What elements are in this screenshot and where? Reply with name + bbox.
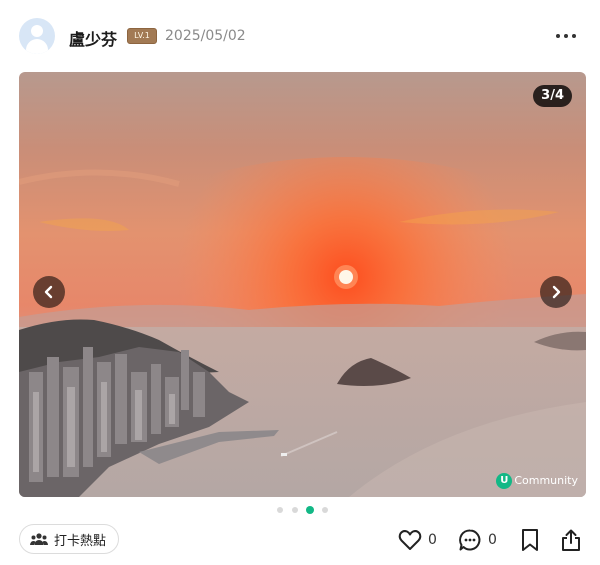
pagination-dot[interactable] bbox=[277, 507, 283, 513]
pagination-dot[interactable] bbox=[292, 507, 298, 513]
post-actions: 0 0 bbox=[398, 526, 586, 554]
group-icon bbox=[30, 533, 48, 545]
pagination-dot-active[interactable] bbox=[306, 506, 314, 514]
avatar[interactable] bbox=[19, 18, 55, 54]
share-icon bbox=[562, 529, 580, 551]
watermark-text: Community bbox=[514, 474, 578, 487]
chevron-right-icon bbox=[552, 285, 561, 299]
post-date: 2025/05/02 bbox=[165, 28, 246, 44]
level-badge: LV.1 bbox=[127, 28, 157, 44]
user-avatar-icon bbox=[31, 25, 43, 37]
post-header: 盧少芬 LV.1 2025/05/02 bbox=[19, 18, 581, 56]
comment-count: 0 bbox=[488, 532, 497, 548]
chevron-left-icon bbox=[44, 285, 53, 299]
bookmark-button[interactable] bbox=[520, 526, 540, 554]
checkin-label: 打卡熱點 bbox=[54, 533, 107, 549]
like-button[interactable]: 0 bbox=[398, 526, 437, 554]
watermark-logo: U bbox=[496, 473, 513, 489]
photo-carousel[interactable]: 3/4 U Community bbox=[19, 72, 586, 497]
sunset-photo bbox=[19, 157, 586, 497]
comment-icon bbox=[459, 529, 481, 551]
comment-button[interactable]: 0 bbox=[458, 526, 497, 554]
image-counter: 3/4 bbox=[533, 85, 572, 107]
next-image-button[interactable] bbox=[540, 276, 572, 308]
heart-icon bbox=[398, 530, 422, 550]
bookmark-icon bbox=[522, 529, 538, 551]
checkin-button[interactable]: 打卡熱點 bbox=[19, 524, 120, 554]
more-icon[interactable] bbox=[551, 20, 581, 50]
author-name[interactable]: 盧少芬 bbox=[69, 26, 117, 50]
like-count: 0 bbox=[428, 532, 437, 548]
pagination-dot[interactable] bbox=[322, 507, 328, 513]
watermark: U Community bbox=[496, 472, 578, 490]
share-button[interactable] bbox=[560, 526, 582, 554]
previous-image-button[interactable] bbox=[33, 276, 65, 308]
